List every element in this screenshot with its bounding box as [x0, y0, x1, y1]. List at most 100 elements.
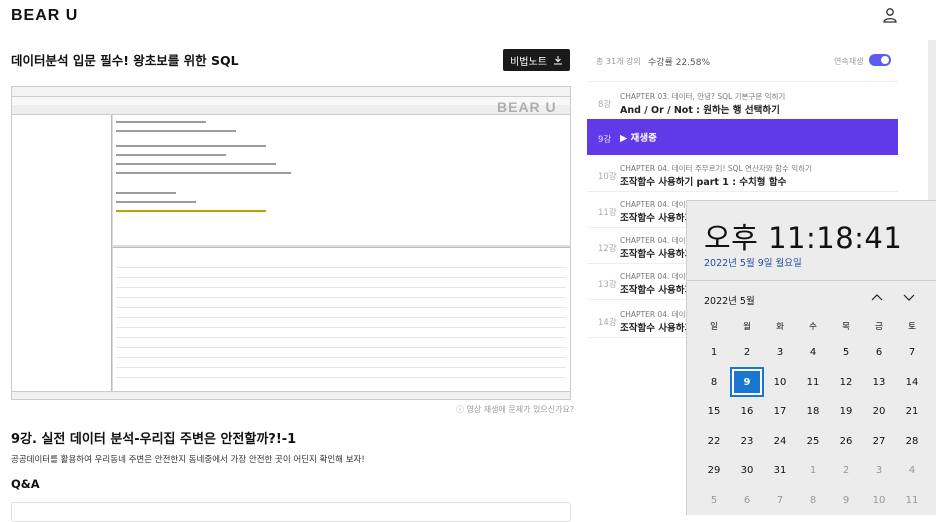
calendar-day[interactable]: 17 [765, 398, 795, 424]
lecture-item[interactable]: 10강 CHAPTER 04. 데이터 주무르기! SQL 연산자와 함수 익히… [587, 156, 898, 192]
code-line [116, 163, 276, 165]
video-app-toolbar [12, 105, 570, 115]
result-row [116, 327, 566, 328]
calendar-day[interactable]: 18 [798, 398, 828, 424]
now-playing-label: ▶ 재생중 [620, 133, 657, 144]
calendar-day[interactable]: 2 [732, 339, 762, 365]
calendar-day[interactable]: 3 [765, 339, 795, 365]
clock-time: 오후 11:18:41 [704, 221, 903, 255]
autoplay-toggle[interactable] [869, 54, 891, 66]
calendar-day[interactable]: 4 [897, 457, 927, 483]
video-help-link[interactable]: ⓘ 영상 재생에 문제가 있으신가요? [456, 404, 574, 415]
calendar-day[interactable]: 20 [864, 398, 894, 424]
qa-heading: Q&A [11, 477, 40, 491]
lecture-item-current[interactable]: 9강 ▶ 재생중 [587, 119, 898, 155]
video-result-grid [113, 247, 570, 391]
qa-input-box[interactable] [11, 502, 571, 522]
code-line [116, 154, 226, 156]
calendar-day[interactable]: 16 [732, 398, 762, 424]
result-row [116, 267, 566, 268]
code-line [116, 121, 206, 123]
calendar-day[interactable]: 1 [798, 457, 828, 483]
calendar-day[interactable]: 23 [732, 428, 762, 454]
user-icon[interactable] [882, 7, 898, 23]
clock-date[interactable]: 2022년 5월 9일 월요일 [704, 255, 802, 269]
calendar-day[interactable]: 4 [798, 339, 828, 365]
page-scrollbar[interactable] [928, 40, 936, 220]
video-statusbar [12, 391, 570, 399]
calendar-day[interactable]: 15 [699, 398, 729, 424]
calendar-day-today[interactable]: 9 [730, 367, 764, 397]
progress-rate: 수강률 22.58% [648, 58, 711, 68]
code-line [116, 192, 176, 194]
video-player[interactable]: BEAR U [11, 86, 571, 400]
top-bar: BEAR U [0, 0, 936, 32]
calendar-day[interactable]: 10 [765, 369, 795, 395]
video-app-titlebar [12, 87, 570, 97]
calendar-month[interactable]: 2022년 5월 [704, 293, 755, 307]
calendar-day[interactable]: 3 [864, 457, 894, 483]
calendar-day[interactable]: 28 [897, 428, 927, 454]
calendar-day[interactable]: 13 [864, 369, 894, 395]
result-row [116, 367, 566, 368]
weekday-label: 수 [809, 322, 817, 332]
calendar-day[interactable]: 12 [831, 369, 861, 395]
calendar-day[interactable]: 11 [897, 487, 927, 513]
course-title: 데이터분석 입문 필수! 왕초보를 위한 SQL [11, 53, 239, 68]
site-logo[interactable]: BEAR U [11, 7, 78, 25]
code-line-highlight [116, 210, 266, 212]
result-row [116, 287, 566, 288]
video-object-tree [12, 115, 112, 391]
code-line [116, 130, 236, 132]
calendar-day[interactable]: 7 [765, 487, 795, 513]
calendar-divider [687, 280, 936, 281]
calendar-day[interactable]: 2 [831, 457, 861, 483]
download-icon [553, 56, 562, 65]
calendar-day[interactable]: 8 [798, 487, 828, 513]
calendar-day[interactable]: 6 [864, 339, 894, 365]
calendar-day[interactable]: 22 [699, 428, 729, 454]
calendar-day[interactable]: 10 [864, 487, 894, 513]
calendar-day[interactable]: 6 [732, 487, 762, 513]
calendar-day[interactable]: 21 [897, 398, 927, 424]
result-row [116, 337, 566, 338]
calendar-day[interactable]: 24 [765, 428, 795, 454]
calendar-day[interactable]: 31 [765, 457, 795, 483]
calendar-day[interactable]: 5 [699, 487, 729, 513]
calendar-day[interactable]: 26 [831, 428, 861, 454]
calendar-flyout: 오후 11:18:41 2022년 5월 9일 월요일 2022년 5월 일 월 화… [686, 200, 936, 515]
video-sql-editor [113, 115, 570, 245]
code-line [116, 145, 266, 147]
lecture-item[interactable]: 8강 CHAPTER 03. 데이터, 안녕? SQL 기본구문 익히기 And… [587, 84, 898, 120]
calendar-day[interactable]: 29 [699, 457, 729, 483]
calendar-day[interactable]: 11 [798, 369, 828, 395]
calendar-day[interactable]: 5 [831, 339, 861, 365]
result-row [116, 357, 566, 358]
calendar-day[interactable]: 9 [831, 487, 861, 513]
lesson-title: 9강. 실전 데이터 분석-우리집 주변은 안전할까?!-1 [11, 432, 297, 447]
calendar-day[interactable]: 30 [732, 457, 762, 483]
total-lectures: 총 31개 강의 [596, 57, 641, 66]
calendar-day[interactable]: 1 [699, 339, 729, 365]
chevron-down-icon[interactable] [902, 291, 916, 303]
help-icon: ⓘ [456, 405, 467, 414]
sidebar-header: 총 31개 강의 수강률 22.58% 연속재생 [587, 40, 898, 82]
calendar-day[interactable]: 14 [897, 369, 927, 395]
calendar-day[interactable]: 27 [864, 428, 894, 454]
result-row [116, 377, 566, 378]
video-app-menubar [12, 97, 570, 105]
result-row [116, 317, 566, 318]
weekday-label: 목 [842, 322, 850, 332]
code-line [116, 172, 291, 174]
calendar-day[interactable]: 19 [831, 398, 861, 424]
calendar-day[interactable]: 7 [897, 339, 927, 365]
calendar-day[interactable]: 25 [798, 428, 828, 454]
note-download-button[interactable]: 비법노트 [503, 49, 570, 71]
result-row [116, 297, 566, 298]
chevron-up-icon[interactable] [870, 291, 884, 303]
calendar-day[interactable]: 8 [699, 369, 729, 395]
weekday-label: 월 [743, 322, 751, 332]
autoplay-label: 연속재생 [834, 57, 864, 66]
weekday-label: 토 [908, 322, 916, 332]
result-row [116, 347, 566, 348]
